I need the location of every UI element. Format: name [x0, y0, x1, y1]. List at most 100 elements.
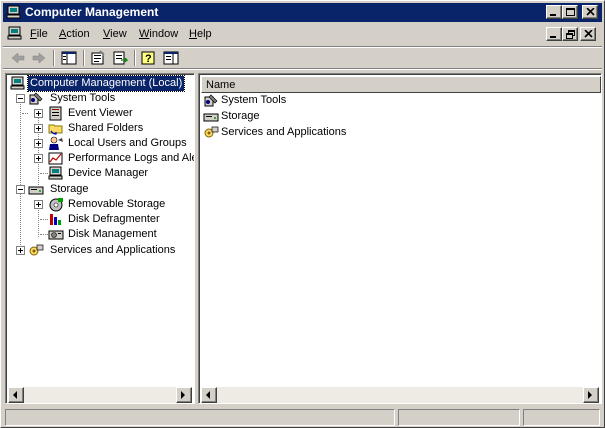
- expand-toggle[interactable]: [34, 109, 43, 118]
- arrow-left-icon: [206, 391, 210, 399]
- list-header: Name: [201, 76, 601, 93]
- console-tree-pane[interactable]: Computer Management (Local) System Tools: [5, 73, 195, 404]
- tree-item-services-apps[interactable]: Services and Applications: [10, 243, 194, 258]
- tree-disk-defragmenter-label: Disk Defragmenter: [68, 213, 160, 225]
- menu-window-accel: W: [139, 28, 150, 40]
- tree-item-disk-defragmenter[interactable]: Disk Defragmenter: [10, 212, 194, 227]
- menu-help[interactable]: Help: [189, 28, 212, 41]
- show-hide-tree-icon[interactable]: [60, 50, 78, 66]
- users-icon: [49, 136, 63, 150]
- properties-icon[interactable]: [89, 50, 107, 66]
- tree-item-shared-folders[interactable]: Shared Folders: [10, 121, 194, 136]
- system-menu-icon[interactable]: [7, 26, 23, 42]
- tree-item-disk-management[interactable]: Disk Management: [10, 227, 194, 242]
- tree-event-viewer-label: Event Viewer: [68, 107, 133, 119]
- tree-item-event-viewer[interactable]: Event Viewer: [10, 106, 194, 121]
- mdi-close-button[interactable]: [580, 27, 596, 41]
- column-header-name[interactable]: Name: [202, 77, 601, 92]
- arrow-right-icon: [588, 391, 592, 399]
- scroll-right-button[interactable]: [583, 387, 599, 403]
- menu-file-label: ile: [36, 28, 48, 40]
- menu-action[interactable]: Action: [59, 28, 90, 41]
- tree-item-performance-logs[interactable]: Performance Logs and Alerts: [10, 151, 194, 166]
- show-hide-action-pane-icon[interactable]: [162, 50, 180, 66]
- status-panel-main: [5, 409, 395, 426]
- tree-item-device-manager[interactable]: Device Manager: [10, 166, 194, 181]
- list-item[interactable]: Services and Applications: [203, 125, 423, 140]
- menu-window[interactable]: Window: [139, 28, 178, 41]
- menu-file-accel: F: [30, 28, 37, 40]
- mdi-minimize-button[interactable]: [546, 27, 562, 41]
- tree-root-label: Computer Management (Local): [26, 75, 186, 92]
- disk-management-icon: [48, 230, 64, 240]
- expand-toggle[interactable]: [34, 139, 43, 148]
- tree-item-system-tools[interactable]: System Tools: [10, 91, 194, 106]
- menu-view-label: iew: [110, 28, 127, 40]
- back-arrow-icon[interactable]: [9, 50, 27, 66]
- tree-device-manager-label: Device Manager: [68, 167, 149, 179]
- tree-item-root[interactable]: Computer Management (Local): [10, 75, 194, 92]
- tree-system-tools-label: System Tools: [50, 92, 116, 104]
- menu-bar: File Action View Window Help: [3, 24, 602, 45]
- collapse-toggle[interactable]: [16, 185, 25, 194]
- menu-window-label: indow: [149, 28, 179, 40]
- maximize-icon: [566, 8, 575, 16]
- menu-file[interactable]: File: [30, 28, 48, 41]
- close-button[interactable]: [582, 5, 598, 19]
- scroll-left-button[interactable]: [201, 387, 217, 403]
- expand-toggle[interactable]: [34, 200, 43, 209]
- tree-removable-storage-label: Removable Storage: [68, 198, 166, 210]
- svg-text:?: ?: [145, 53, 152, 65]
- event-viewer-icon: [49, 106, 62, 121]
- disk-defragmenter-icon: [50, 214, 61, 225]
- list-item-label: Services and Applications: [221, 126, 347, 138]
- removable-storage-icon: [49, 198, 63, 212]
- list-item-label: Storage: [221, 110, 260, 122]
- restore-icon: [566, 30, 575, 39]
- expand-toggle[interactable]: [34, 154, 43, 163]
- menu-view[interactable]: View: [103, 28, 127, 41]
- tree-shared-folders-label: Shared Folders: [68, 122, 144, 134]
- export-list-icon[interactable]: [111, 50, 129, 66]
- scroll-left-button[interactable]: [8, 387, 24, 403]
- performance-icon: [48, 152, 63, 165]
- main-window: Computer Management File Action View Win…: [0, 0, 605, 428]
- menu-help-accel: H: [189, 28, 197, 40]
- help-icon[interactable]: ?: [140, 50, 158, 66]
- expand-toggle[interactable]: [16, 246, 25, 255]
- left-horizontal-scrollbar[interactable]: [8, 387, 192, 403]
- storage-icon: [28, 186, 44, 195]
- system-tools-icon: [204, 94, 218, 107]
- close-icon: [586, 8, 595, 16]
- list-item-label: System Tools: [221, 94, 287, 106]
- tree-item-storage[interactable]: Storage: [10, 182, 194, 197]
- tree-local-users-label: Local Users and Groups: [68, 137, 187, 149]
- arrow-left-icon: [13, 391, 17, 399]
- window-title: Computer Management: [25, 5, 159, 19]
- menu-action-label: ction: [66, 28, 90, 40]
- mdi-restore-button[interactable]: [562, 27, 578, 41]
- minimize-button[interactable]: [546, 5, 562, 19]
- computer-management-icon: [6, 5, 21, 19]
- arrow-right-icon: [181, 391, 185, 399]
- collapse-toggle[interactable]: [16, 94, 25, 103]
- close-icon: [584, 30, 593, 38]
- list-item[interactable]: System Tools: [203, 93, 423, 108]
- status-bar: [3, 407, 602, 427]
- maximize-button[interactable]: [562, 5, 578, 19]
- tree-item-removable-storage[interactable]: Removable Storage: [10, 197, 194, 212]
- right-horizontal-scrollbar[interactable]: [201, 387, 599, 403]
- storage-icon: [203, 113, 219, 122]
- title-bar[interactable]: Computer Management: [3, 3, 602, 22]
- minimize-icon: [550, 14, 556, 16]
- status-panel-2: [398, 409, 520, 426]
- toolbar: ?: [3, 46, 602, 70]
- details-pane[interactable]: Name System Tools Storage Services and A…: [198, 73, 602, 404]
- status-panel-3: [523, 409, 600, 426]
- tree-item-local-users[interactable]: Local Users and Groups: [10, 136, 194, 151]
- scroll-right-button[interactable]: [176, 387, 192, 403]
- list-item[interactable]: Storage: [203, 109, 423, 124]
- device-manager-icon: [48, 166, 63, 180]
- expand-toggle[interactable]: [34, 124, 43, 133]
- forward-arrow-icon[interactable]: [30, 50, 48, 66]
